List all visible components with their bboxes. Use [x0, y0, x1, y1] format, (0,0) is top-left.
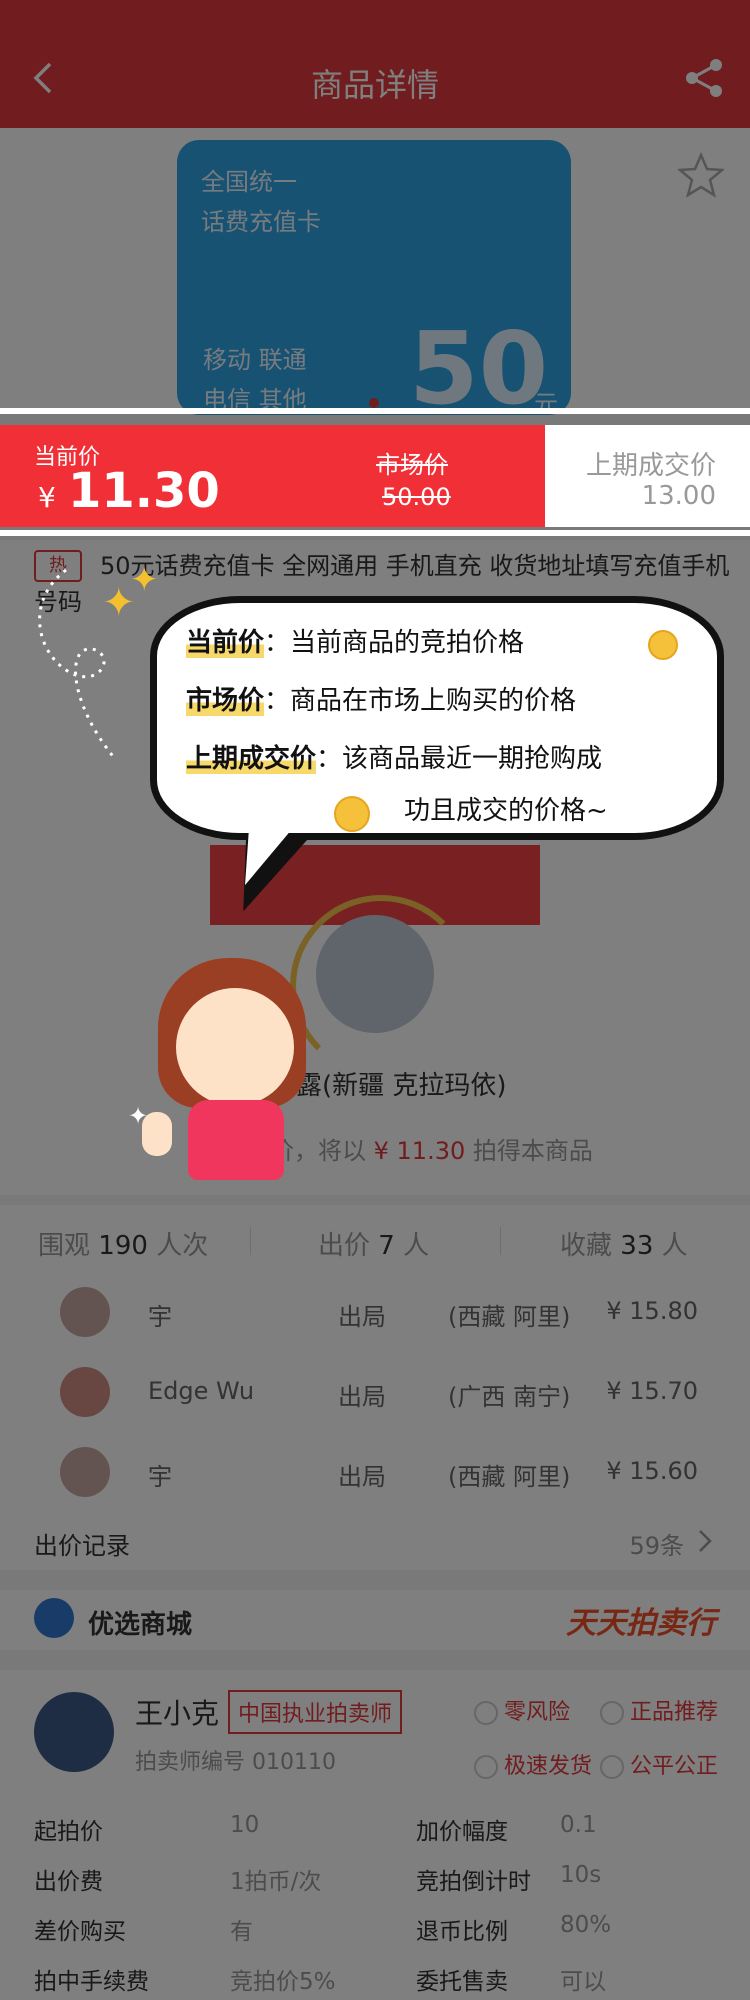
currency-symbol: ¥ — [38, 481, 56, 514]
bubble-line-last-cont: 功且成交的价格~ — [404, 796, 608, 826]
last-price-value: 13.00 — [641, 481, 716, 511]
coin-icon — [334, 796, 370, 832]
last-price-label: 上期成交价 — [585, 451, 716, 481]
mascot-girl-dress — [188, 1100, 284, 1180]
bubble-line-current: 当前价：当前商品的竞拍价格 — [186, 628, 525, 658]
current-price-arrow — [515, 425, 545, 527]
highlight-frame-top — [0, 408, 750, 414]
mascot-girl-hand — [142, 1112, 172, 1156]
current-price-value: 11.30 — [68, 463, 220, 519]
coin-icon — [648, 630, 678, 660]
market-price-label: 市场价 — [376, 451, 448, 479]
market-price-value: 50.00 — [382, 483, 451, 511]
sparkle-icon: ✦ — [102, 580, 136, 626]
price-bar: 当前价 ¥ 11.30 市场价 50.00 上期成交价 13.00 — [0, 425, 750, 527]
bubble-line-market: 市场价：商品在市场上购买的价格 — [186, 686, 577, 716]
bubble-line-last: 上期成交价：该商品最近一期抢购成 — [186, 744, 603, 774]
highlight-frame-bottom — [0, 530, 750, 536]
mascot-girl-face — [176, 988, 294, 1106]
guide-overlay-dim[interactable] — [0, 0, 750, 2000]
